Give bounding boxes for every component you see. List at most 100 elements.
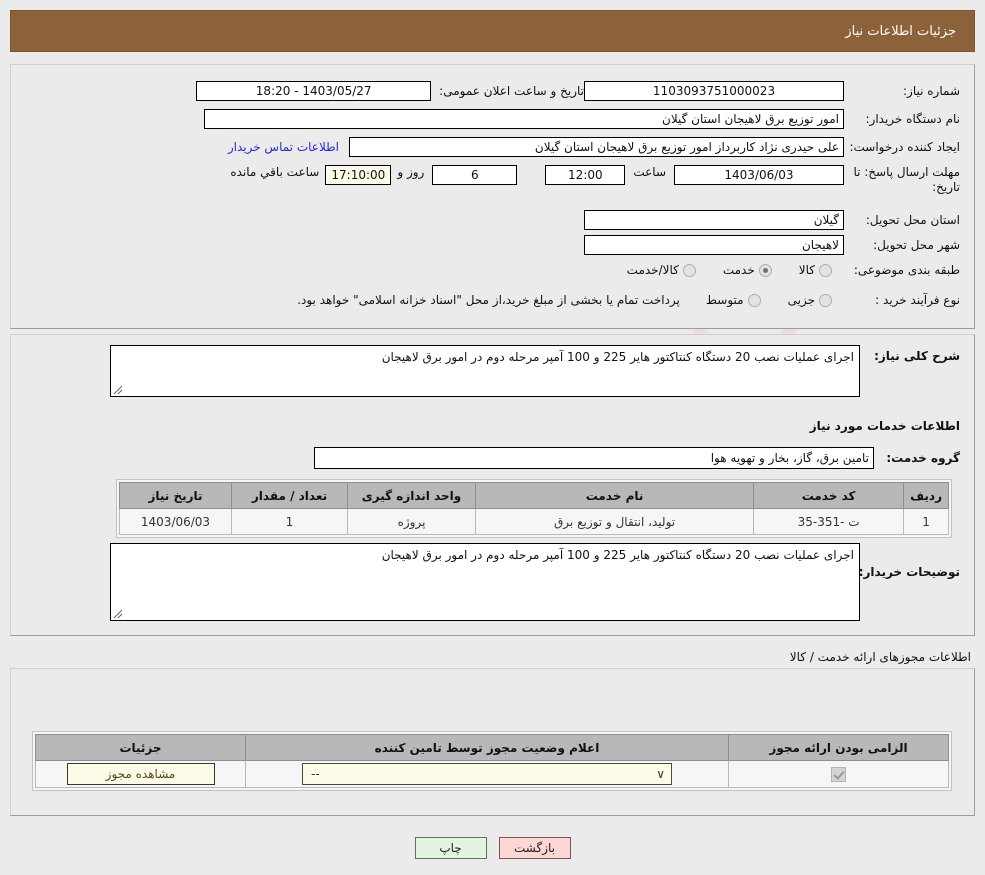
th-need-date: تاریخ نیاز — [120, 483, 232, 509]
deadline-row: مهلت ارسال پاسخ: تا تاریخ: 1403/06/03 سا… — [230, 165, 960, 195]
time-remaining-value: 17:10:00 — [325, 165, 391, 185]
permits-table-wrapper: الزامی بودن ارائه مجوز اعلام وضعیت مجوز … — [32, 731, 952, 791]
radio-kala-icon[interactable] — [819, 264, 832, 277]
need-number-label: شماره نیاز: — [852, 84, 960, 98]
summary-textarea[interactable]: اجرای عملیات نصب 20 دستگاه کنتاکتور هایر… — [110, 345, 860, 397]
need-number-row: شماره نیاز: 1103093751000023 — [584, 81, 960, 101]
hour-label: ساعت — [633, 165, 666, 179]
table-row: 1 ت -351-35 تولید، انتقال و توزیع برق پر… — [120, 509, 949, 535]
category-row: طبقه بندی موضوعی: کالا خدمت کالا/خدمت — [627, 263, 960, 277]
th-permit-status: اعلام وضعیت مجوز توسط تامین کننده — [246, 735, 729, 761]
td-permit-required — [729, 761, 949, 788]
need-detail-panel: شرح کلی نیاز: اجرای عملیات نصب 20 دستگاه… — [10, 334, 975, 636]
td-service-code: ت -351-35 — [754, 509, 904, 535]
th-service-code: کد خدمت — [754, 483, 904, 509]
category-option-kala-khedmat-label: کالا/خدمت — [627, 263, 679, 277]
announce-date-label: تاریخ و ساعت اعلان عمومی: — [439, 84, 584, 98]
service-group-row: گروه خدمت: تامین برق، گاز، بخار و تهویه … — [314, 447, 960, 469]
city-row: شهر محل تحویل: لاهیجان — [584, 235, 960, 255]
requester-label: ایجاد کننده درخواست: — [852, 140, 960, 154]
announce-date-value: 1403/05/27 - 18:20 — [196, 81, 431, 101]
buyer-org-label: نام دستگاه خریدار: — [852, 112, 960, 126]
category-option-kala-label: کالا — [799, 263, 815, 277]
permit-status-select[interactable]: ∨ -- — [302, 763, 672, 785]
deadline-time-value: 12:00 — [545, 165, 625, 185]
permits-table-header-row: الزامی بودن ارائه مجوز اعلام وضعیت مجوز … — [36, 735, 949, 761]
need-number-value: 1103093751000023 — [584, 81, 844, 101]
deadline-date-value: 1403/06/03 — [674, 165, 844, 185]
th-permit-required: الزامی بودن ارائه مجوز — [729, 735, 949, 761]
radio-jozi-icon[interactable] — [819, 294, 832, 307]
radio-motevaset-icon[interactable] — [748, 294, 761, 307]
td-need-date: 1403/06/03 — [120, 509, 232, 535]
category-option-khedmat-label: خدمت — [723, 263, 755, 277]
buyer-notes-textarea[interactable]: اجرای عملیات نصب 20 دستگاه کنتاکتور هایر… — [110, 543, 860, 621]
category-label: طبقه بندی موضوعی: — [852, 263, 960, 277]
th-unit: واحد اندازه گیری — [348, 483, 476, 509]
services-table-header-row: ردیف کد خدمت نام خدمت واحد اندازه گیری ت… — [120, 483, 949, 509]
view-permit-button[interactable]: مشاهده مجوز — [67, 763, 215, 785]
td-quantity: 1 — [232, 509, 348, 535]
permits-section-caption: اطلاعات مجوزهای ارائه خدمت / کالا — [790, 650, 971, 664]
td-service-name: تولید، انتقال و توزیع برق — [476, 509, 754, 535]
deadline-label: مهلت ارسال پاسخ: تا تاریخ: — [852, 165, 960, 195]
province-value: گیلان — [584, 210, 844, 230]
buyer-notes-label: توضیحات خریدار: — [868, 543, 960, 579]
process-option-motevaset-label: متوسط — [706, 293, 744, 307]
th-permit-details: جزئیات — [36, 735, 246, 761]
radio-kala-khedmat-icon[interactable] — [683, 264, 696, 277]
announce-date-row: تاریخ و ساعت اعلان عمومی: 1403/05/27 - 1… — [196, 81, 584, 101]
services-table-wrapper: ردیف کد خدمت نام خدمت واحد اندازه گیری ت… — [116, 479, 952, 538]
services-section-title: اطلاعات خدمات مورد نیاز — [810, 419, 960, 433]
city-value: لاهیجان — [584, 235, 844, 255]
city-label: شهر محل تحویل: — [852, 238, 960, 252]
buyer-notes-row: توضیحات خریدار: اجرای عملیات نصب 20 دستگ… — [110, 543, 960, 621]
process-label: نوع فرآیند خرید : — [852, 293, 960, 307]
td-row-index: 1 — [904, 509, 949, 535]
page-root: AriaTender.net جزئیات اطلاعات نیاز شماره… — [0, 0, 985, 875]
service-group-label: گروه خدمت: — [882, 451, 960, 465]
process-option-jozi[interactable]: جزیی — [788, 293, 832, 307]
th-service-name: نام خدمت — [476, 483, 754, 509]
summary-row: شرح کلی نیاز: اجرای عملیات نصب 20 دستگاه… — [110, 345, 960, 397]
summary-text: اجرای عملیات نصب 20 دستگاه کنتاکتور هایر… — [382, 350, 854, 364]
permits-panel: الزامی بودن ارائه مجوز اعلام وضعیت مجوز … — [10, 668, 975, 816]
print-button[interactable]: چاپ — [415, 837, 487, 859]
process-option-motevaset[interactable]: متوسط — [706, 293, 761, 307]
category-option-kala-khedmat[interactable]: کالا/خدمت — [627, 263, 696, 277]
days-remaining-value: 6 — [432, 165, 517, 185]
province-row: استان محل تحویل: گیلان — [584, 210, 960, 230]
category-option-kala[interactable]: کالا — [799, 263, 832, 277]
chevron-down-icon: ∨ — [656, 764, 665, 784]
table-row: ∨ -- مشاهده مجوز — [36, 761, 949, 788]
days-unit-label: روز و — [397, 165, 424, 179]
th-row-index: ردیف — [904, 483, 949, 509]
requester-value: علی حیدری نژاد کاربرداز امور توزیع برق ل… — [349, 137, 844, 157]
services-table: ردیف کد خدمت نام خدمت واحد اندازه گیری ت… — [119, 482, 949, 535]
resize-grip-icon[interactable] — [113, 385, 123, 395]
back-button[interactable]: بازگشت — [499, 837, 571, 859]
process-option-jozi-label: جزیی — [788, 293, 815, 307]
province-label: استان محل تحویل: — [852, 213, 960, 227]
requester-row: ایجاد کننده درخواست: علی حیدری نژاد کارب… — [228, 137, 960, 157]
permit-required-checkbox — [831, 767, 846, 782]
th-quantity: تعداد / مقدار — [232, 483, 348, 509]
summary-label: شرح کلی نیاز: — [868, 345, 960, 363]
page-title: جزئیات اطلاعات نیاز — [845, 24, 956, 39]
need-info-panel: شماره نیاز: 1103093751000023 تاریخ و ساع… — [10, 64, 975, 329]
td-permit-status: ∨ -- — [246, 761, 729, 788]
permit-status-value: -- — [311, 764, 320, 784]
buyer-contact-link[interactable]: اطلاعات تماس خریدار — [228, 140, 339, 154]
remaining-suffix-label: ساعت باقي مانده — [230, 165, 319, 179]
service-group-value: تامین برق، گاز، بخار و تهویه هوا — [314, 447, 874, 469]
resize-grip-icon-2[interactable] — [113, 609, 123, 619]
buyer-notes-text: اجرای عملیات نصب 20 دستگاه کنتاکتور هایر… — [382, 548, 854, 562]
footer-button-bar: بازگشت چاپ — [0, 837, 985, 859]
buyer-org-value: امور توزیع برق لاهیجان استان گیلان — [204, 109, 844, 129]
process-row: نوع فرآیند خرید : جزیی متوسط پرداخت تمام… — [297, 293, 960, 307]
process-note: پرداخت تمام یا بخشی از مبلغ خرید،از محل … — [297, 293, 680, 307]
radio-khedmat-icon[interactable] — [759, 264, 772, 277]
category-option-khedmat[interactable]: خدمت — [723, 263, 772, 277]
window-title-bar: جزئیات اطلاعات نیاز — [10, 10, 975, 52]
permits-table: الزامی بودن ارائه مجوز اعلام وضعیت مجوز … — [35, 734, 949, 788]
